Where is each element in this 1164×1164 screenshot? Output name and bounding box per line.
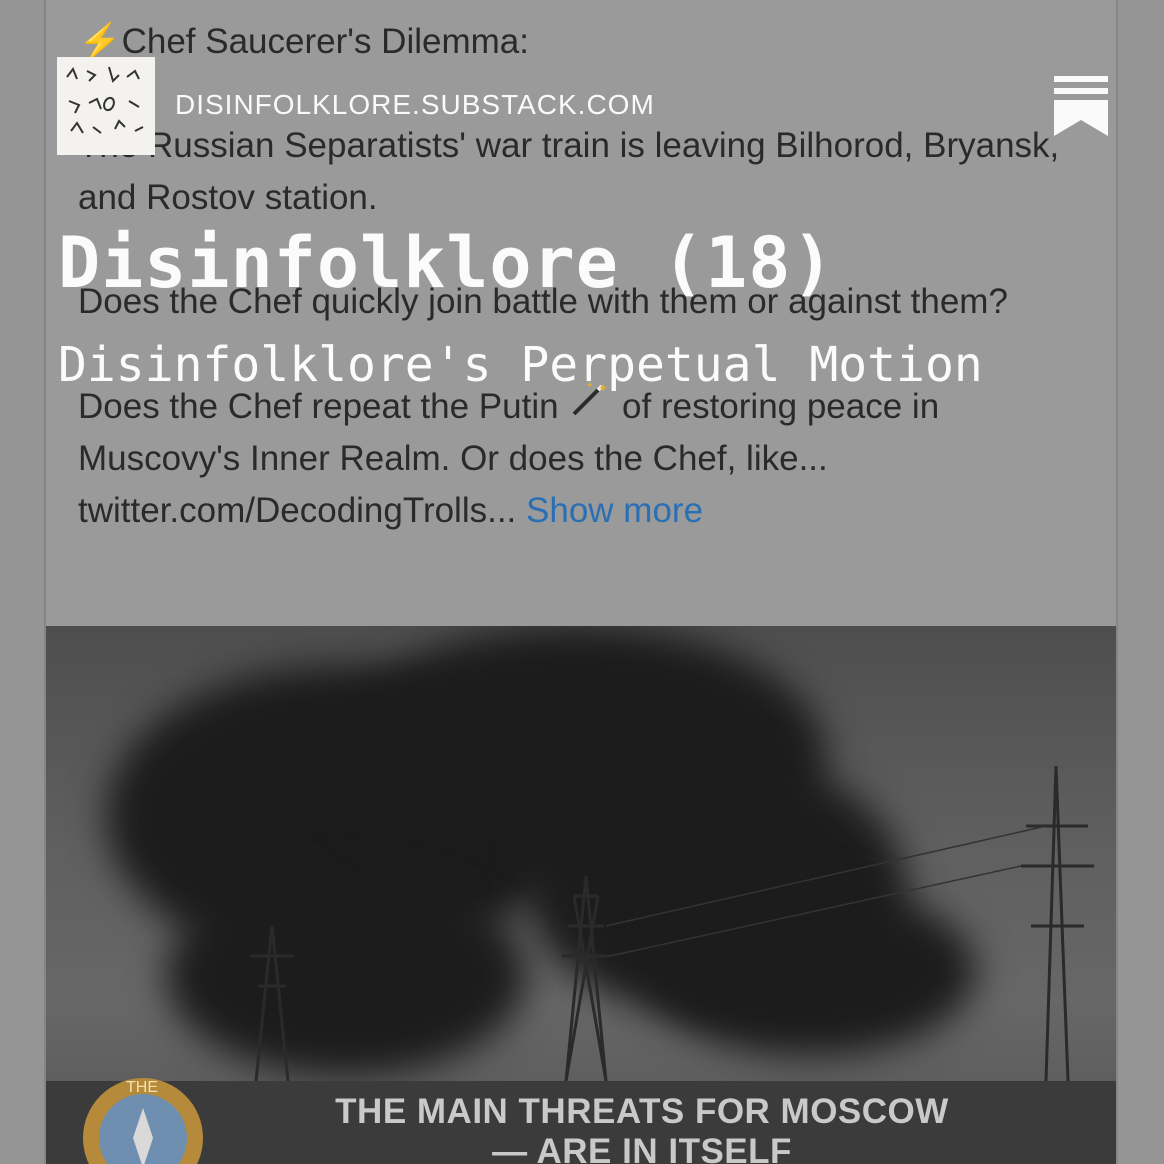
lightning-icon: ⚡ <box>78 22 122 61</box>
tweet-card[interactable]: ⚡Chef Saucerer's Dilemma: The Russian Se… <box>44 0 1118 1164</box>
image-caption: THE MAIN THREATS FOR MOSCOW — ARE IN ITS… <box>335 1092 949 1164</box>
tweet-line-1: ⚡Chef Saucerer's Dilemma: <box>78 16 1068 68</box>
tweet-heading: Chef Saucerer's Dilemma: <box>121 22 529 61</box>
substack-domain[interactable]: DISINFOLKLORE.SUBSTACK.COM <box>175 89 655 121</box>
show-more-link[interactable]: Show more <box>526 491 703 530</box>
post-subtitle: Disinfolklore's Perpetual Motion <box>58 337 983 393</box>
tweet-link[interactable]: twitter.com/DecodingTrolls... <box>78 491 516 530</box>
tweet-image[interactable]: THE THE MAIN THREATS FOR MOSCOW — ARE IN… <box>46 626 1116 1164</box>
post-title[interactable]: Disinfolklore (18) <box>58 222 835 304</box>
svg-text:THE: THE <box>126 1079 158 1096</box>
tweet-paragraph-3: Does the Chef repeat the Putin ✦ ✦ of res… <box>78 380 940 530</box>
substack-logo[interactable] <box>57 57 155 155</box>
bookmark-icon[interactable] <box>1054 76 1108 136</box>
intelligence-emblem-icon: THE <box>83 1078 203 1164</box>
